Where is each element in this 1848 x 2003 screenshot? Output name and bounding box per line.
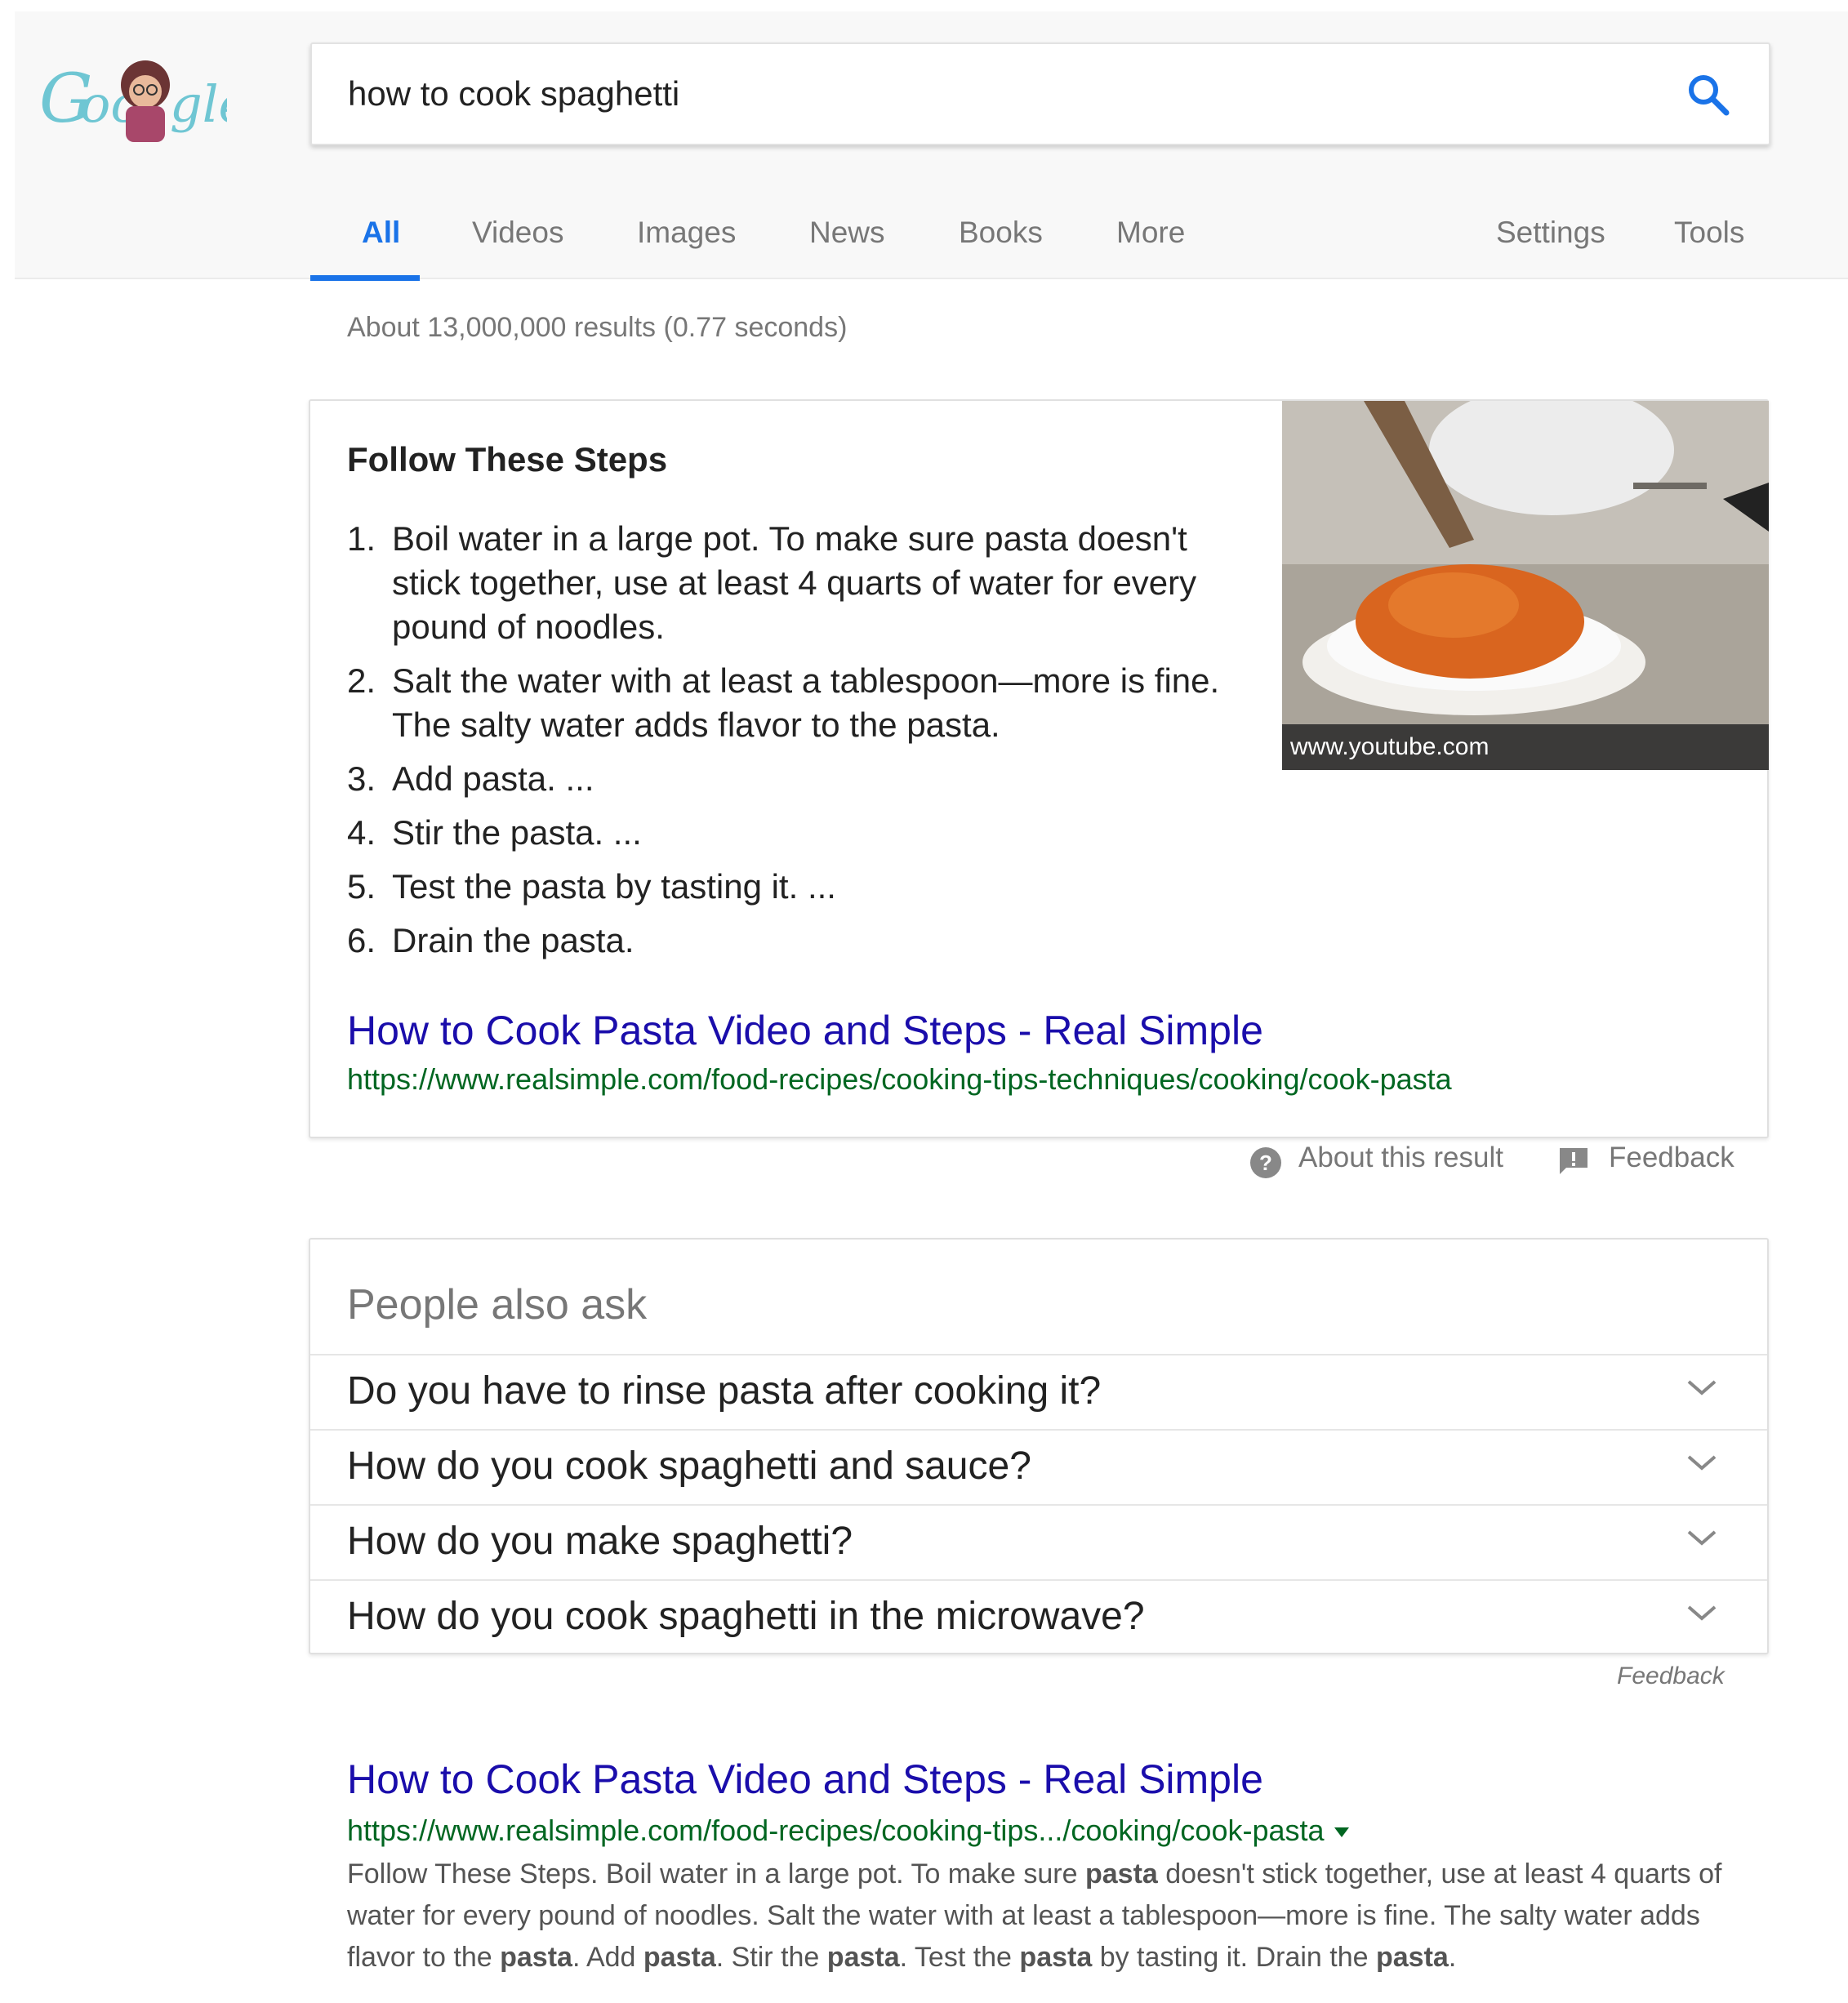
snippet-text: . <box>1448 1942 1457 1973</box>
step-number: 2. <box>347 661 376 700</box>
result-url-text: https://www.realsimple.com/food-recipes/… <box>347 1814 1325 1847</box>
tab-news-label: News <box>809 216 885 249</box>
search-result: How to Cook Pasta Video and Steps - Real… <box>347 1752 1735 1979</box>
step-item: 3. Add pasta. ... <box>347 757 1237 801</box>
chevron-down-icon <box>1687 1380 1717 1395</box>
search-input[interactable] <box>348 44 1614 144</box>
snippet-video-thumbnail[interactable]: www.youtube.com <box>1282 401 1769 770</box>
tab-books[interactable]: Books <box>959 216 1043 250</box>
step-text: Drain the pasta. <box>392 921 635 959</box>
thumbnail-caption: www.youtube.com <box>1282 724 1769 770</box>
tab-settings-label: Settings <box>1496 216 1605 249</box>
paa-question-text: How do you cook spaghetti and sauce? <box>347 1444 1031 1488</box>
tab-settings[interactable]: Settings <box>1496 216 1605 250</box>
paa-question-text: Do you have to rinse pasta after cooking… <box>347 1369 1102 1413</box>
snippet-steps-list: 1. Boil water in a large pot. To make sur… <box>347 517 1237 973</box>
active-tab-indicator <box>310 275 420 281</box>
step-item: 4. Stir the pasta. ... <box>347 811 1237 855</box>
snippet-text: . Stir the <box>715 1942 827 1973</box>
snippet-highlight: pasta <box>1084 1858 1158 1889</box>
snippet-title-link[interactable]: How to Cook Pasta Video and Steps - Real… <box>347 1007 1263 1054</box>
featured-snippet: Follow These Steps 1. Boil water in a lar… <box>309 399 1769 1138</box>
results-stats: About 13,000,000 results (0.77 seconds) <box>347 312 848 343</box>
step-text: Add pasta. ... <box>392 759 594 798</box>
tab-images-label: Images <box>637 216 737 249</box>
snippet-url: https://www.realsimple.com/food-recipes/… <box>347 1062 1452 1096</box>
tab-more-label: More <box>1116 216 1186 249</box>
about-this-result[interactable]: ? About this result <box>1249 1142 1503 1178</box>
search-button[interactable] <box>1684 70 1733 119</box>
paa-question[interactable]: How do you cook spaghetti in the microwa… <box>310 1579 1767 1654</box>
tab-more[interactable]: More <box>1116 216 1185 250</box>
logo-graphic: G oo gle <box>39 60 248 142</box>
spaghetti-bowl-image <box>1282 401 1769 770</box>
snippet-feedback[interactable]: Feedback <box>1558 1142 1734 1174</box>
snippet-text: . Test the <box>899 1942 1020 1973</box>
feedback-flag-icon <box>1560 1148 1587 1174</box>
tab-all[interactable]: All <box>362 216 400 250</box>
step-number: 5. <box>347 867 376 906</box>
url-dropdown-caret-icon[interactable] <box>1334 1827 1349 1838</box>
paa-heading: People also ask <box>347 1281 648 1329</box>
result-url: https://www.realsimple.com/food-recipes/… <box>347 1809 1735 1852</box>
step-item: 2. Salt the water with at least a tablesp… <box>347 659 1237 747</box>
result-title-link[interactable]: How to Cook Pasta Video and Steps - Real… <box>347 1752 1735 1806</box>
snippet-heading: Follow These Steps <box>347 440 668 478</box>
search-icon <box>1689 75 1730 116</box>
chevron-down-icon <box>1687 1530 1717 1546</box>
snippet-text: . Add <box>572 1942 643 1973</box>
step-number: 1. <box>347 519 376 558</box>
snippet-highlight: pasta <box>643 1942 716 1973</box>
tab-videos[interactable]: Videos <box>472 216 563 250</box>
tab-tools[interactable]: Tools <box>1674 216 1744 250</box>
search-header: G oo gle All Videos Images News Books Mo… <box>15 11 1848 281</box>
snippet-highlight: pasta <box>826 1942 900 1973</box>
paa-feedback-link[interactable]: Feedback <box>1617 1662 1725 1690</box>
step-item: 5. Test the pasta by tasting it. ... <box>347 865 1237 909</box>
step-item: 6. Drain the pasta. <box>347 919 1237 963</box>
tab-news[interactable]: News <box>809 216 885 250</box>
paa-question[interactable]: How do you make spaghetti? <box>310 1504 1767 1579</box>
step-text: Boil water in a large pot. To make sure … <box>392 519 1197 646</box>
paa-question[interactable]: Do you have to rinse pasta after cooking… <box>310 1354 1767 1429</box>
step-text: Test the pasta by tasting it. ... <box>392 867 836 906</box>
search-box <box>310 42 1770 145</box>
result-snippet: Follow These Steps. Boil water in a larg… <box>347 1854 1735 1979</box>
chevron-down-icon <box>1687 1455 1717 1471</box>
people-also-ask: People also ask Do you have to rinse pas… <box>309 1238 1769 1654</box>
about-this-result-label: About this result <box>1298 1142 1503 1173</box>
snippet-text: Follow These Steps. Boil water in a larg… <box>347 1858 1085 1889</box>
snippet-highlight: pasta <box>1019 1942 1093 1973</box>
tab-videos-label: Videos <box>472 216 564 249</box>
step-number: 4. <box>347 813 376 852</box>
google-doodle-logo[interactable]: G oo gle <box>39 44 248 150</box>
tab-books-label: Books <box>959 216 1043 249</box>
tab-all-label: All <box>362 216 401 249</box>
step-number: 3. <box>347 759 376 798</box>
help-circle-icon: ? <box>1250 1147 1281 1178</box>
snippet-highlight: pasta <box>1375 1942 1449 1973</box>
step-text: Stir the pasta. ... <box>392 813 642 852</box>
snippet-highlight: pasta <box>500 1942 572 1973</box>
svg-text:?: ? <box>1259 1151 1272 1175</box>
svg-text:gle: gle <box>170 74 227 134</box>
chevron-down-icon <box>1687 1605 1717 1621</box>
tab-images[interactable]: Images <box>637 216 736 250</box>
paa-question-text: How do you cook spaghetti in the microwa… <box>347 1595 1145 1638</box>
paa-question[interactable]: How do you cook spaghetti and sauce? <box>310 1429 1767 1504</box>
search-tabs: All Videos Images News Books More Settin… <box>310 199 1770 281</box>
step-text: Salt the water with at least a tablespoo… <box>392 661 1220 744</box>
paa-question-text: How do you make spaghetti? <box>347 1520 853 1563</box>
feedback-label: Feedback <box>1609 1142 1734 1173</box>
step-number: 6. <box>347 921 376 959</box>
snippet-text: by tasting it. Drain the <box>1092 1942 1376 1973</box>
tab-tools-label: Tools <box>1674 216 1745 249</box>
step-item: 1. Boil water in a large pot. To make sur… <box>347 517 1237 649</box>
